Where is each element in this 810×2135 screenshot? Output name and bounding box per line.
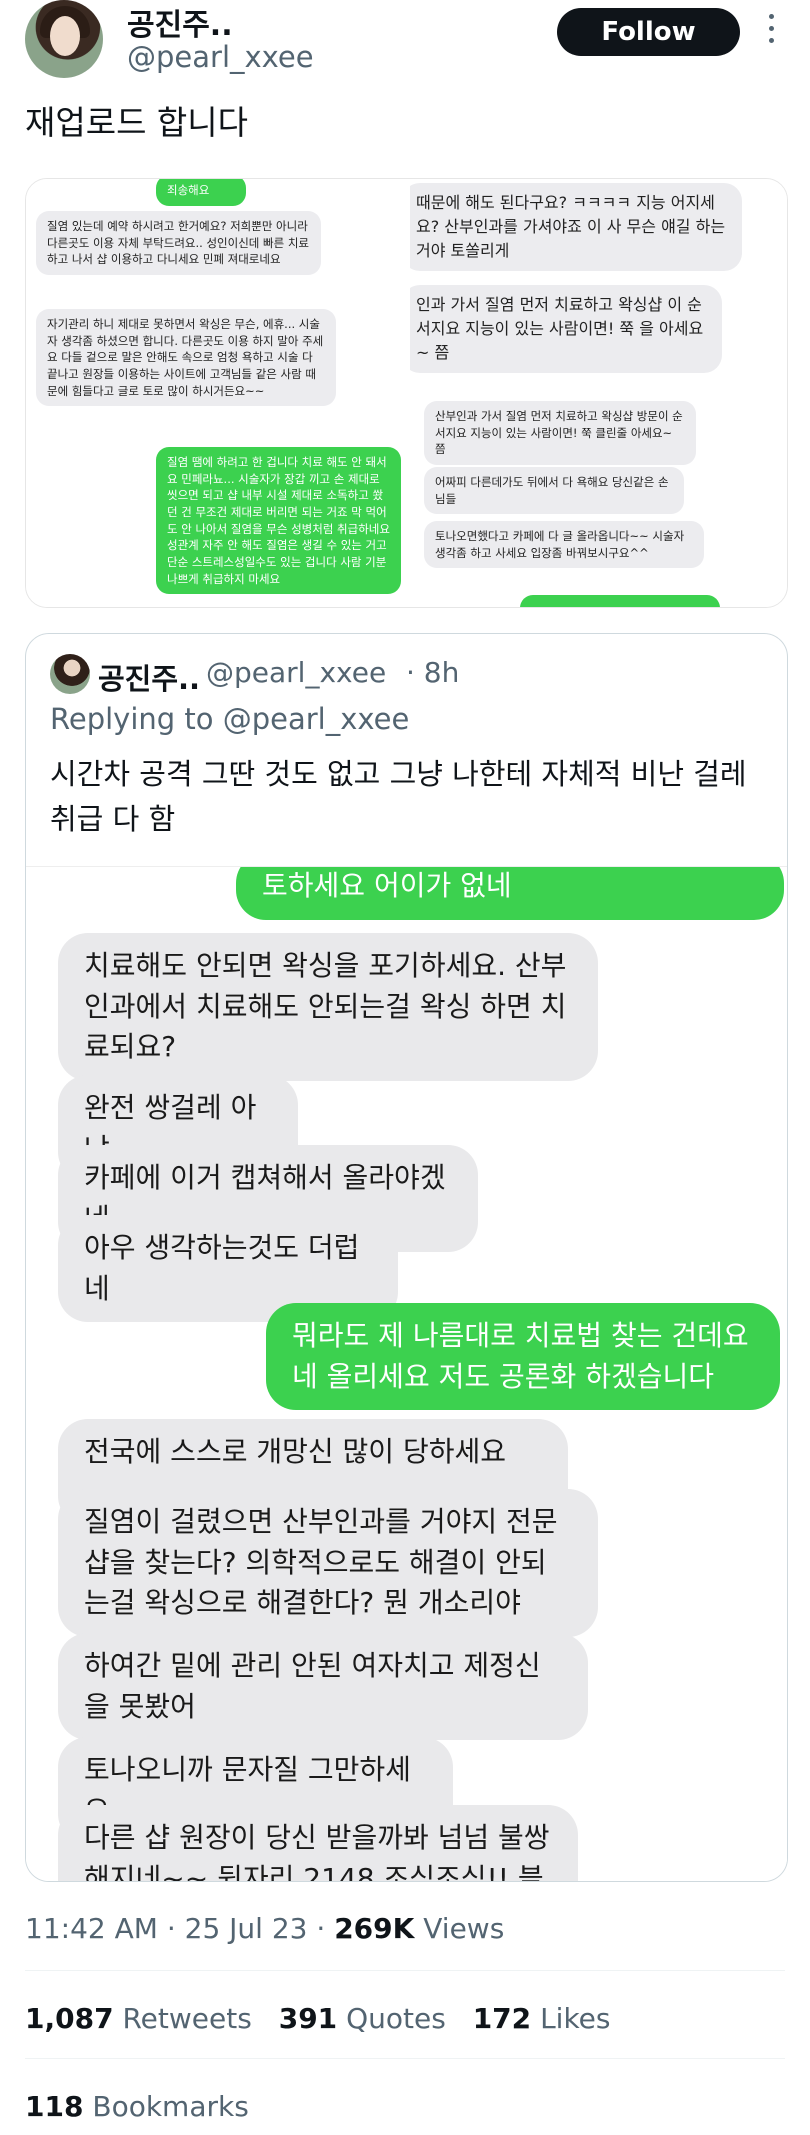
quoted-media-image[interactable]: 토하세요 어이가 없네 치료해도 안되면 왁싱을 포기하세요. 산부인과에서 치… (26, 866, 787, 1881)
chat-bubble: 다른 샵 원장이 당신 받을까봐 넘넘 불쌍해지네~~ 뒷자리 2148 조심조… (58, 1805, 578, 1881)
media-image-bottom-right[interactable]: 산부인과 가서 질염 먼저 치료하고 왁싱샵 방문이 순서지요 지능이 있는 사… (410, 395, 787, 607)
author-handle[interactable]: @pearl_xxee (127, 40, 314, 74)
chat-bubble: 때문에 해도 된다구요? ㅋㅋㅋㅋ 지능 어지세요? 산부인과를 가셔야죠 이 … (410, 183, 742, 271)
chat-bubble: 질염이 걸렸으면 산부인과를 거야지 전문샵을 찾는다? 의학적으로도 해결이 … (58, 1489, 598, 1637)
chat-bubble: 토나오면했다고 카페에 다 글 올라옵니다~~ 시술자 생각좀 하고 사세요 입… (424, 521, 704, 569)
media-image-top-right[interactable]: 때문에 해도 된다구요? ㅋㅋㅋㅋ 지능 어지세요? 산부인과를 가셔야죠 이 … (410, 179, 787, 391)
divider (25, 1970, 785, 1971)
quoted-author-name: 공진주.. (98, 662, 201, 696)
quoted-timestamp: · 8h (406, 656, 460, 689)
chat-bubble: 토하세요 어이가 없네 (236, 867, 784, 920)
chat-bubble: 자기관리 하니 제대로 못하면서 왁싱은 무슨, 에휴... 시술자 생각좀 하… (36, 309, 336, 407)
quoted-tweet[interactable]: 공진주.. @pearl_xxee · 8h Replying to @pear… (25, 633, 788, 1882)
chat-bubble (520, 595, 720, 607)
chat-bubble: 인과 가서 질염 먼저 치료하고 왁싱샵 이 순서지요 지능이 있는 사람이면!… (410, 285, 722, 373)
replying-to: Replying to @pearl_xxee (50, 702, 410, 736)
media-grid[interactable]: 죄송해요 질염 있는데 예약 하시려고 한거예요? 저희뿐만 아니라 다른곳도 … (25, 178, 788, 608)
chat-bubble: 어짜피 다른데가도 뒤에서 다 욕해요 당신같은 손님들 (424, 467, 684, 515)
views-count: 269K (334, 1912, 415, 1945)
more-options-icon[interactable] (766, 14, 776, 50)
tweet-date[interactable]: 25 Jul 23 (185, 1912, 308, 1945)
divider (25, 2058, 785, 2059)
bookmarks-stat[interactable]: 118 Bookmarks (25, 2090, 249, 2123)
views-label: Views (423, 1912, 505, 1945)
chat-bubble: 죄송해요 (156, 179, 246, 206)
author-avatar[interactable] (25, 0, 103, 78)
media-image-left[interactable]: 죄송해요 질염 있는데 예약 하시려고 한거예요? 저희뿐만 아니라 다른곳도 … (26, 179, 406, 607)
tweet-text: 재업로드 합니다 (25, 103, 249, 142)
retweets-link[interactable]: 1,087 Retweets (25, 2002, 252, 2035)
chat-bubble: 치료해도 안되면 왁싱을 포기하세요. 산부인과에서 치료해도 안되는걸 왁싱 … (58, 933, 598, 1081)
engagement-stats: 1,087 Retweets 391 Quotes 172 Likes (25, 2002, 610, 2035)
quoted-author-handle: @pearl_xxee (206, 656, 387, 689)
tweet-meta: 11:42 AM · 25 Jul 23 · 269K Views (25, 1912, 505, 1945)
quoted-author-avatar (50, 654, 90, 694)
quotes-link[interactable]: 391 Quotes (279, 2002, 446, 2035)
likes-link[interactable]: 172 Likes (473, 2002, 611, 2035)
author-name[interactable]: 공진주.. (127, 0, 233, 44)
tweet-header: 공진주.. @pearl_xxee Follow (0, 0, 810, 90)
chat-bubble: 질염 있는데 예약 하시려고 한거예요? 저희뿐만 아니라 다른곳도 이용 자체… (36, 211, 321, 276)
quoted-tweet-text: 시간차 공격 그딴 것도 없고 그냥 나한테 자체적 비난 걸레 취급 다 함 (50, 757, 747, 836)
chat-bubble: 뭐라도 제 나름대로 치료법 찾는 건데요 네 올리세요 저도 공론화 하겠습니… (266, 1303, 780, 1411)
chat-bubble: 질염 땜에 하려고 한 겁니다 치료 해도 안 돼서요 민페라뇨... 시술자가… (156, 447, 401, 595)
tweet-time[interactable]: 11:42 AM (25, 1912, 158, 1945)
follow-button[interactable]: Follow (557, 8, 740, 56)
chat-bubble: 하여간 밑에 관리 안된 여자치고 제정신을 못봤어 (58, 1633, 588, 1741)
chat-bubble: 산부인과 가서 질염 먼저 치료하고 왁싱샵 방문이 순서지요 지능이 있는 사… (424, 401, 696, 466)
